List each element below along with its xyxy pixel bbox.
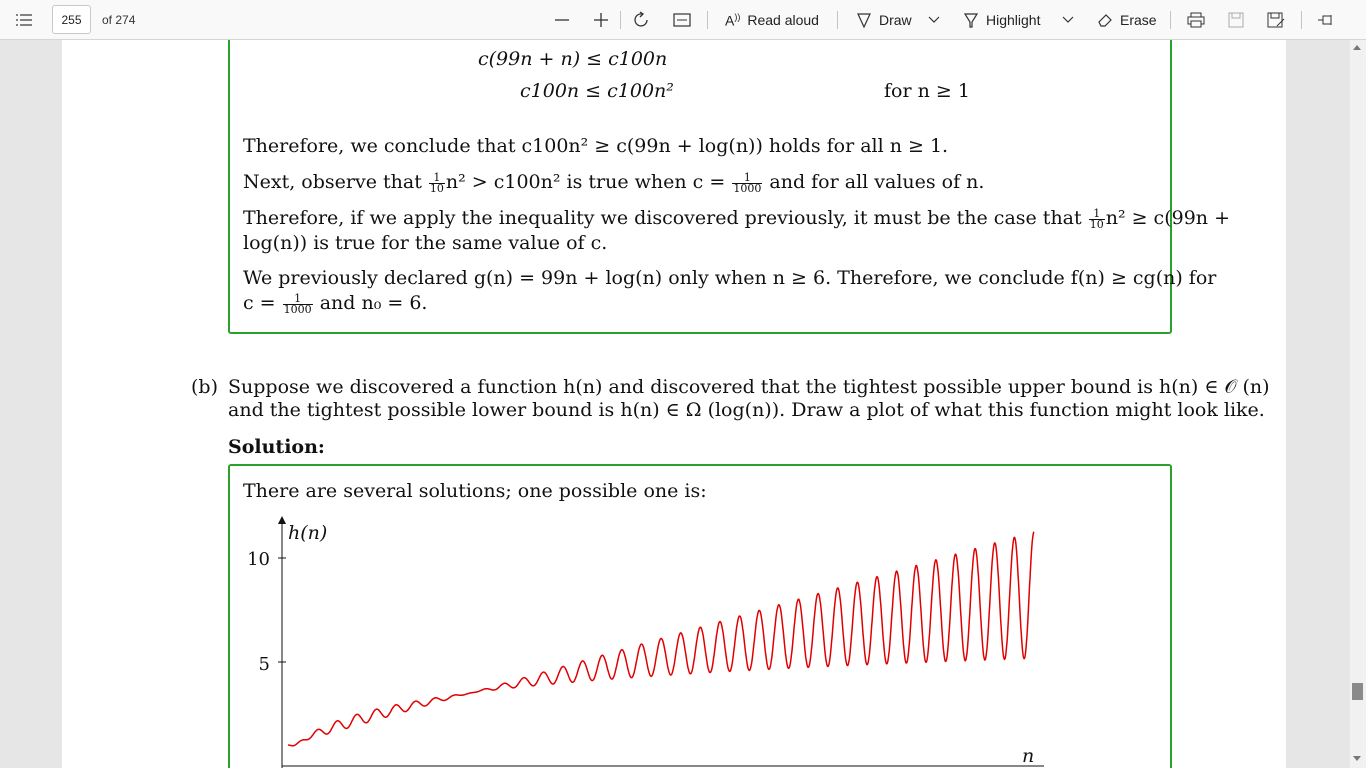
draw-button[interactable]: Draw xyxy=(856,0,912,40)
highlight-options-chevron-icon[interactable] xyxy=(1062,0,1074,40)
h-of-n-plot: h(n) n 10 5 xyxy=(247,516,1044,768)
save-icon[interactable] xyxy=(1228,0,1244,40)
fit-page-icon[interactable] xyxy=(673,0,691,40)
y-axis-label: h(n) xyxy=(288,522,327,544)
contents-icon[interactable] xyxy=(16,0,32,40)
eraser-icon xyxy=(1098,14,1112,27)
x-axis-label: n xyxy=(1022,745,1034,767)
page-number-input[interactable]: 255 xyxy=(52,5,91,34)
zoom-in-icon[interactable] xyxy=(593,0,609,40)
read-aloud-icon: A)) xyxy=(725,11,741,29)
y-tick-label-5: 5 xyxy=(259,654,270,675)
scroll-down-arrow-icon[interactable] xyxy=(1353,756,1361,761)
draw-options-chevron-icon[interactable] xyxy=(928,0,940,40)
left-margin xyxy=(0,40,62,768)
save-as-icon[interactable] xyxy=(1267,0,1285,40)
y-axis-arrow xyxy=(278,516,286,524)
vertical-scrollbar[interactable] xyxy=(1350,40,1366,768)
scroll-up-arrow-icon[interactable] xyxy=(1353,45,1361,50)
highlight-icon xyxy=(963,13,979,28)
pin-icon[interactable] xyxy=(1317,0,1335,40)
pdf-page: c(99n + n) ≤ c100n c100n ≤ c100n² for n … xyxy=(62,40,1286,768)
rotate-icon[interactable] xyxy=(633,0,651,40)
print-icon[interactable] xyxy=(1187,0,1205,40)
pdf-toolbar: 255 of 274 A)) Read aloud Draw Highlight… xyxy=(0,0,1366,40)
y-tick-label-10: 10 xyxy=(247,549,270,570)
draw-icon xyxy=(857,13,871,28)
erase-button[interactable]: Erase xyxy=(1097,0,1157,40)
highlight-button[interactable]: Highlight xyxy=(963,0,1040,40)
zoom-out-icon[interactable] xyxy=(554,0,570,40)
page-total: of 274 xyxy=(102,13,136,27)
read-aloud-button[interactable]: A)) Read aloud xyxy=(725,0,819,40)
scrollbar-thumb[interactable] xyxy=(1352,683,1363,700)
h-of-n-series-line xyxy=(287,531,1035,747)
right-margin xyxy=(1288,40,1350,768)
